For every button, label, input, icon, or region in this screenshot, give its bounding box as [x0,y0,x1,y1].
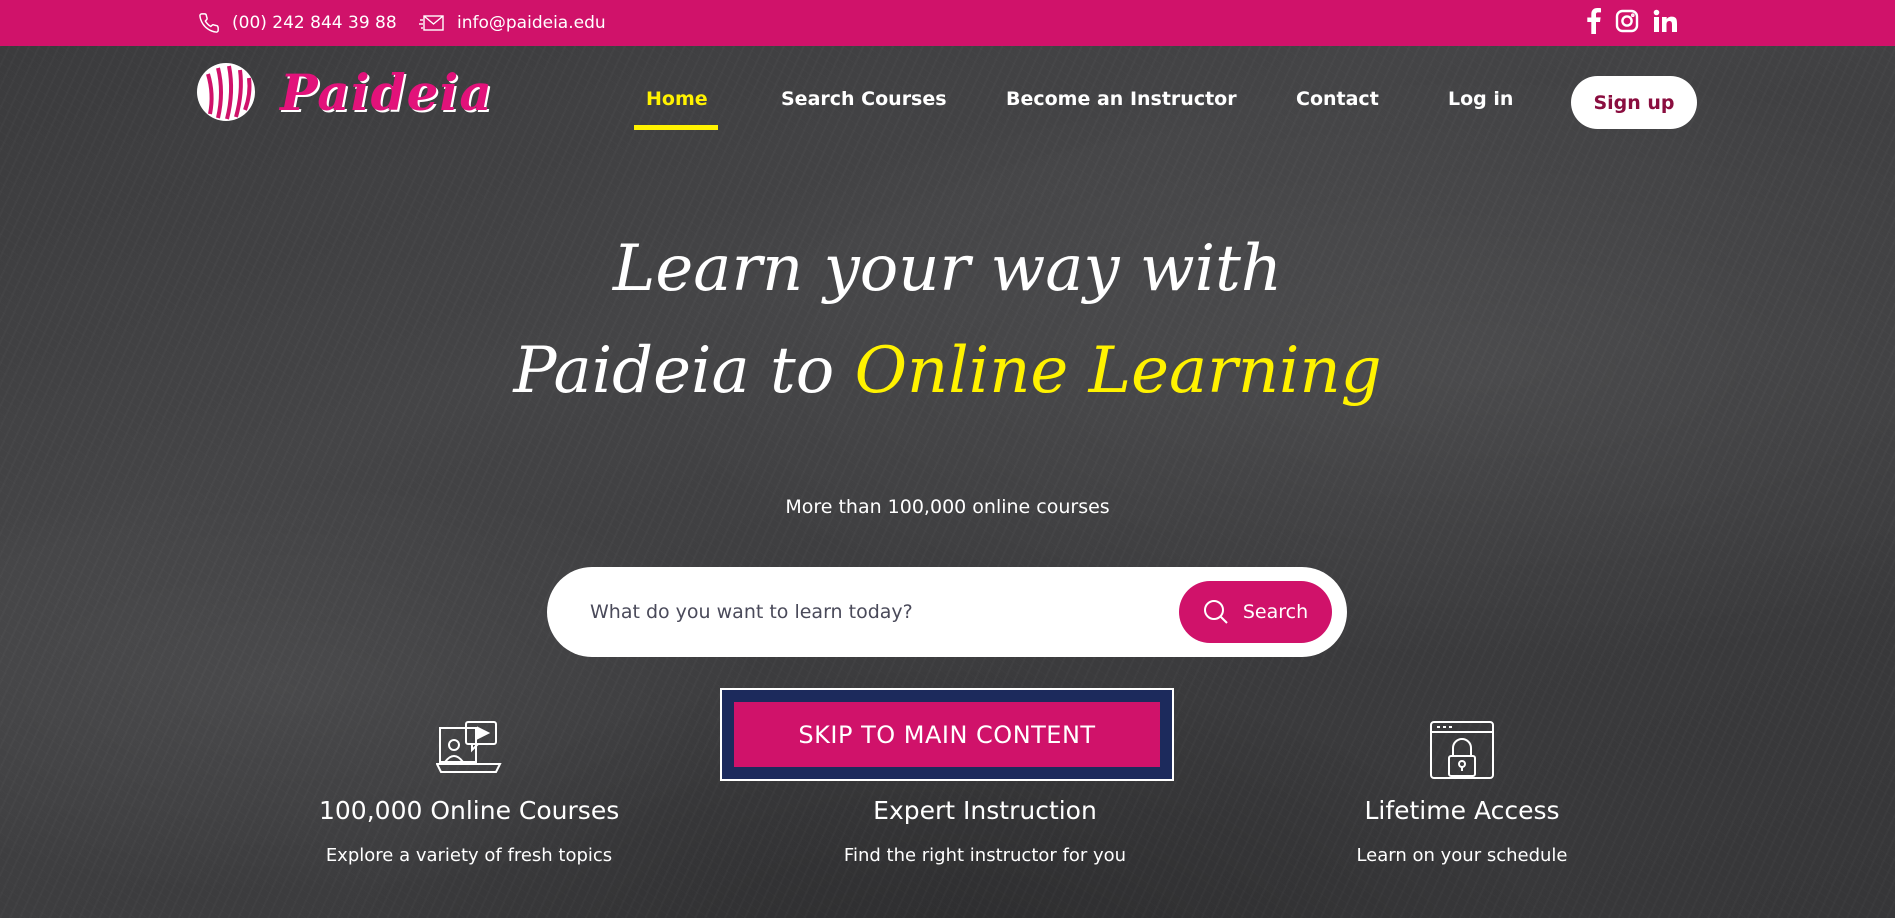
course-search-bar: Search [547,567,1347,657]
nav-search-courses[interactable]: Search Courses [781,88,947,110]
feature-online-courses: 100,000 Online Courses Explore a variety… [319,720,619,866]
email-address: info@paideia.edu [457,13,606,33]
nav-become-instructor[interactable]: Become an Instructor [1006,88,1237,110]
hero-subtitle: More than 100,000 online courses [785,496,1110,518]
nav-contact[interactable]: Contact [1296,88,1379,110]
skip-to-main-content-link[interactable]: SKIP TO MAIN CONTENT [734,702,1160,767]
feature-title: Expert Instruction [873,796,1097,825]
online-courses-icon [436,721,502,773]
search-input[interactable] [590,567,1190,657]
hero-title-line-1: Learn your way with [612,232,1283,306]
nav-login[interactable]: Log in [1448,88,1513,110]
linkedin-icon [1653,9,1677,32]
top-contact-bar: (00) 242 844 39 88 info@paideia.edu [0,0,1895,46]
linkedin-link[interactable] [1653,9,1677,37]
lifetime-access-icon [1430,721,1494,779]
hero-title-prefix: Paideia to [513,334,855,408]
email-contact[interactable]: info@paideia.edu [419,0,606,46]
instagram-link[interactable] [1615,9,1639,37]
facebook-link[interactable] [1587,8,1601,38]
feature-description: Find the right instructor for you [843,845,1127,866]
hero-title-line-2: Paideia to Online Learning [0,334,1895,408]
brand-logo[interactable]: Paideia [196,62,493,122]
feature-description: Learn on your schedule [1356,845,1568,866]
skip-link-focus-box: SKIP TO MAIN CONTENT [720,688,1174,781]
feature-title: 100,000 Online Courses [319,796,620,825]
phone-icon [199,13,219,33]
brand-name: Paideia [280,62,493,122]
search-button-label: Search [1242,601,1309,623]
hero-title-highlight: Online Learning [854,334,1382,408]
nav-home[interactable]: Home [646,88,708,110]
feature-lifetime-access: Lifetime Access Learn on your schedule [1312,720,1612,866]
search-button[interactable]: Search [1179,581,1332,643]
nav-active-indicator [634,125,718,130]
social-links [1587,8,1677,38]
instagram-icon [1615,9,1639,33]
search-icon [1203,600,1228,624]
shell-logo-icon [197,63,255,121]
signup-button[interactable]: Sign up [1571,76,1697,129]
facebook-icon [1587,8,1601,34]
mail-icon [419,15,444,31]
phone-contact[interactable]: (00) 242 844 39 88 [198,0,397,46]
feature-title: Lifetime Access [1364,796,1560,825]
feature-description: Explore a variety of fresh topics [325,845,613,866]
phone-number: (00) 242 844 39 88 [232,13,397,33]
